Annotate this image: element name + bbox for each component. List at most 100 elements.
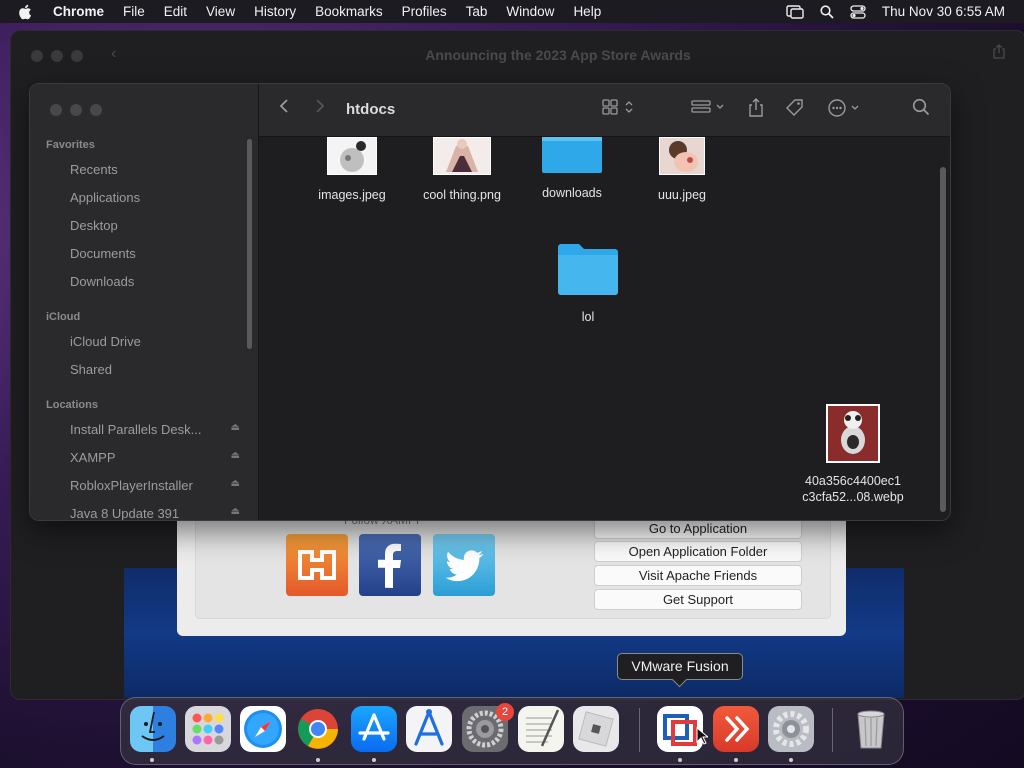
finder-sidebar: Favorites Recents Applications Desktop D… (30, 84, 259, 520)
menu-profiles[interactable]: Profiles (402, 4, 447, 19)
mouse-cursor-icon (696, 727, 708, 745)
sidebar-header-icloud: iCloud (46, 311, 81, 323)
xampp-inner-box: Follow XAMPP Go to Application Open Appl… (195, 513, 831, 619)
dock-running-indicator (678, 758, 682, 762)
dock-safari-icon[interactable] (240, 706, 286, 752)
sidebar-item-desktop[interactable]: Desktop (70, 218, 240, 233)
control-center-icon[interactable] (850, 4, 866, 19)
sidebar-item-recents[interactable]: Recents (70, 162, 240, 177)
menu-edit[interactable]: Edit (164, 4, 187, 19)
sidebar-header-locations: Locations (46, 399, 98, 411)
eject-icon[interactable]: ⏏ (231, 478, 240, 489)
chrome-window-title: Announcing the 2023 App Store Awards (425, 47, 691, 63)
sidebar-item-roblox-installer[interactable]: RobloxPlayerInstaller ⏏ (70, 478, 240, 493)
search-icon[interactable] (912, 98, 930, 121)
file-name: images.jpeg (318, 188, 386, 202)
finder-content: images.jpeg cool thing.png downloads uuu… (259, 137, 950, 520)
dock-preferences-icon[interactable] (768, 706, 814, 752)
dock-chrome-icon[interactable] (295, 706, 341, 752)
forward-chevron-icon[interactable] (315, 98, 325, 119)
icon-view-icon[interactable] (602, 98, 638, 121)
menu-window[interactable]: Window (506, 4, 554, 19)
folder-lol[interactable]: lol (533, 243, 643, 325)
file-images-jpeg[interactable]: images.jpeg (297, 137, 407, 203)
menu-view[interactable]: View (206, 4, 235, 19)
screen-mirroring-icon[interactable] (786, 4, 804, 19)
dock-finder-icon[interactable] (130, 706, 176, 752)
sidebar-item-java-8[interactable]: Java 8 Update 391 ⏏ (70, 506, 240, 521)
dock-instruments-icon[interactable] (406, 706, 452, 752)
finder-zoom-button[interactable] (90, 104, 102, 116)
file-name-line-2: c3cfa52...08.webp (802, 490, 904, 504)
sidebar-item-documents[interactable]: Documents (70, 246, 240, 261)
sidebar-item-shared[interactable]: Shared (70, 362, 240, 377)
dock-textedit-icon[interactable] (518, 706, 564, 752)
dock-trash-icon[interactable] (848, 706, 894, 752)
finder-folder-title: htdocs (346, 101, 396, 118)
dock-running-indicator (372, 758, 376, 762)
finder-minimize-button[interactable] (70, 104, 82, 116)
dock-remote-desktop-icon[interactable] (713, 706, 759, 752)
dock-running-indicator (789, 758, 793, 762)
dock-tooltip: VMware Fusion (617, 653, 743, 680)
xampp-logo-icon[interactable] (286, 534, 348, 596)
dock-launchpad-icon[interactable] (185, 706, 231, 752)
dock-running-indicator (150, 758, 154, 762)
apple-icon[interactable] (18, 4, 32, 20)
tag-icon[interactable] (785, 98, 805, 123)
finder-close-button[interactable] (50, 104, 62, 116)
more-actions-icon[interactable] (827, 98, 863, 123)
group-by-icon[interactable] (691, 98, 727, 121)
sidebar-item-label: Java 8 Update 391 (70, 506, 180, 521)
get-support-button[interactable]: Get Support (594, 589, 802, 610)
dock-separator (639, 708, 640, 752)
visit-apache-friends-button[interactable]: Visit Apache Friends (594, 565, 802, 586)
file-thumbnail (659, 137, 705, 175)
menu-clock[interactable]: Thu Nov 30 6:55 AM (882, 4, 1005, 19)
menu-help[interactable]: Help (573, 4, 601, 19)
file-webp-image[interactable]: 40a356c4400ec1 c3cfa52...08.webp (798, 404, 908, 505)
sidebar-item-applications[interactable]: Applications (70, 190, 240, 205)
sidebar-item-label: Install Parallels Desk... (70, 422, 202, 437)
menu-file[interactable]: File (123, 4, 145, 19)
sidebar-item-icloud-drive[interactable]: iCloud Drive (70, 334, 240, 349)
spotlight-search-icon[interactable] (820, 4, 834, 19)
share-icon[interactable] (748, 98, 764, 123)
back-chevron-icon[interactable] (279, 98, 289, 119)
file-thumbnail (327, 137, 377, 175)
twitter-icon[interactable] (433, 534, 495, 596)
menu-bookmarks[interactable]: Bookmarks (315, 4, 383, 19)
file-thumbnail (826, 404, 880, 463)
dock-app-store-icon[interactable] (351, 706, 397, 752)
sidebar-scrollbar[interactable] (247, 139, 252, 349)
content-scrollbar[interactable] (940, 167, 946, 512)
eject-icon[interactable]: ⏏ (231, 506, 240, 517)
sidebar-item-downloads[interactable]: Downloads (70, 274, 240, 289)
notification-badge: 2 (496, 703, 514, 721)
finder-toolbar: htdocs (259, 84, 950, 137)
folder-downloads[interactable]: downloads (517, 137, 627, 201)
facebook-icon[interactable] (359, 534, 421, 596)
open-application-folder-button[interactable]: Open Application Folder (594, 541, 802, 562)
file-uuu-jpeg[interactable]: uuu.jpeg (627, 137, 737, 203)
dock-running-indicator (316, 758, 320, 762)
go-to-application-button[interactable]: Go to Application (594, 518, 802, 539)
eject-icon[interactable]: ⏏ (231, 422, 240, 433)
menu-tab[interactable]: Tab (466, 4, 488, 19)
menu-app-name[interactable]: Chrome (53, 4, 104, 19)
eject-icon[interactable]: ⏏ (231, 450, 240, 461)
menu-bar: Chrome File Edit View History Bookmarks … (0, 0, 1024, 23)
file-cool-thing-png[interactable]: cool thing.png (407, 137, 517, 203)
menu-history[interactable]: History (254, 4, 296, 19)
sidebar-item-install-parallels[interactable]: Install Parallels Desk... ⏏ (70, 422, 240, 437)
sidebar-item-xampp[interactable]: XAMPP ⏏ (70, 450, 240, 465)
file-name: cool thing.png (423, 188, 501, 202)
file-name: lol (581, 310, 595, 324)
dock-roblox-icon[interactable] (573, 706, 619, 752)
file-name: downloads (542, 186, 602, 200)
sidebar-item-label: RobloxPlayerInstaller (70, 478, 193, 493)
dock-running-indicator (734, 758, 738, 762)
chrome-share-icon[interactable] (993, 44, 1005, 62)
sidebar-header-favorites: Favorites (46, 139, 95, 151)
finder-window: Favorites Recents Applications Desktop D… (29, 83, 951, 521)
